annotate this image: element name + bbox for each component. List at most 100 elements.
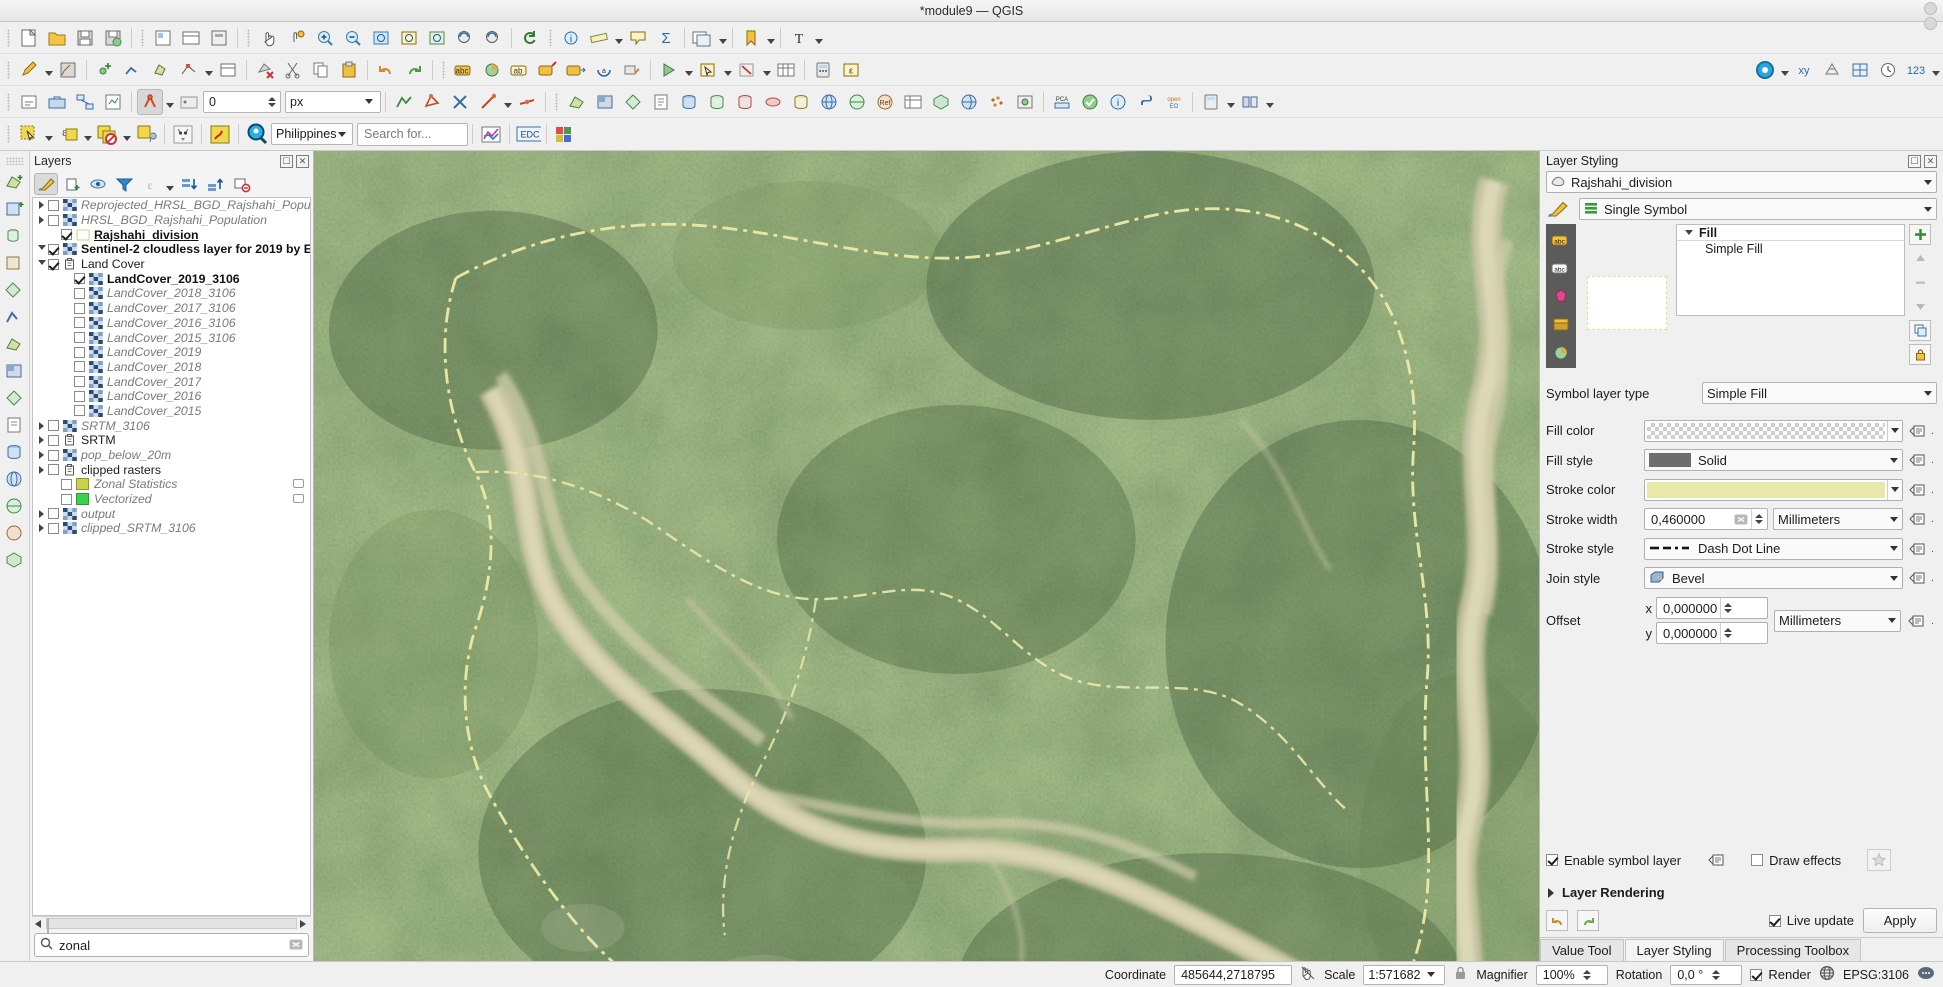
stroke-color-picker[interactable] [1644,478,1903,501]
diagram-layer-icon[interactable] [479,57,505,83]
search-input[interactable]: Search for... [357,122,468,146]
select-by-rectangle-icon[interactable] [16,121,42,147]
draw-effects-checkbox[interactable]: Draw effects [1751,853,1841,868]
add-spatialite-icon[interactable] [704,89,730,115]
chevron-right-icon[interactable] [35,509,48,518]
edc-plugin-icon[interactable]: EDC [515,121,541,147]
add-postgis-side-icon[interactable] [2,440,28,464]
plugin-info-icon[interactable]: i [1105,89,1131,115]
layer-visibility-checkbox[interactable] [48,464,59,476]
expression-select-dropdown-icon[interactable] [82,121,93,147]
close-styling-icon[interactable]: ✕ [1924,154,1937,168]
symbol-layer-type-combo[interactable]: Simple Fill [1702,382,1937,404]
add-mssql-icon[interactable] [732,89,758,115]
join-style-data-defined-button[interactable] [1908,569,1926,587]
layer-tree-row[interactable]: output [33,506,310,521]
stroke-width-data-defined-button[interactable] [1908,510,1926,528]
color-palette-icon[interactable] [552,121,578,147]
fill-color-picker[interactable] [1644,419,1903,442]
rotation-stepper[interactable] [1709,969,1722,980]
map-view-dropdown-icon[interactable] [717,25,728,51]
editing-dropdown-icon[interactable] [43,57,54,83]
layer-visibility-checkbox[interactable] [48,449,59,461]
field-numbers-icon[interactable]: 123 [1903,57,1929,83]
chevron-right-icon[interactable] [35,421,48,430]
raster-align-icon[interactable] [1237,89,1263,115]
add-wms-layer-icon[interactable] [816,89,842,115]
offset-y-input[interactable]: 0,000000 [1656,622,1768,644]
paste-features-icon[interactable] [336,57,362,83]
add-wfs-layer-icon[interactable]: Ref [872,89,898,115]
statistical-summary-icon[interactable]: Σ [653,25,679,51]
layer-visibility-checkbox[interactable] [48,508,59,520]
annotation-dropdown-icon[interactable] [813,25,824,51]
measure-dropdown-icon[interactable] [613,25,624,51]
xy-tool-icon[interactable]: xy [1791,57,1817,83]
numbers-dropdown-icon[interactable] [1930,57,1941,83]
add-wfs-side-icon[interactable] [2,521,28,545]
offset-x-input[interactable]: 0,000000 [1656,597,1768,619]
new-mesh-layer-icon[interactable] [2,278,28,302]
apply-button[interactable]: Apply [1863,908,1937,933]
toolbar-grip[interactable] [547,27,554,49]
layer-visibility-checkbox[interactable] [61,229,72,241]
join-style-combo[interactable]: Bevel [1644,567,1903,589]
toolbar-grip[interactable] [553,91,560,113]
layer-visibility-checkbox[interactable] [48,420,59,432]
snapping-tolerance-stepper[interactable] [265,96,278,107]
add-oracle-icon[interactable] [760,89,786,115]
scale-combo[interactable]: 1:571682 [1363,964,1446,985]
select-dropdown-icon[interactable] [722,57,733,83]
chevron-right-icon[interactable] [35,216,48,225]
layer-tree-row[interactable]: Zonal Statistics [33,477,310,492]
layer-tree-row[interactable]: LandCover_2018_3106 [33,286,310,301]
delete-selected-icon[interactable] [252,57,278,83]
duplicate-symbol-button[interactable] [1909,320,1931,341]
layer-tree-row[interactable]: pop_below_20m [33,448,310,463]
layer-tree-hscrollbar[interactable] [32,916,311,935]
snapping-units-combo[interactable]: px [285,90,381,113]
redo-style-button[interactable] [1577,910,1599,931]
layer-visibility-checkbox[interactable] [74,346,85,358]
open-eo-icon[interactable]: open EO [1161,89,1187,115]
avoid-overlap-icon[interactable] [447,89,473,115]
layer-tree-row[interactable]: LandCover_2018 [33,360,310,375]
stroke-style-combo[interactable]: Dash Dot Line [1644,537,1903,560]
add-line-feature-icon[interactable] [120,57,146,83]
semiautomatic-classification-icon[interactable] [1077,89,1103,115]
refresh-icon[interactable] [517,25,543,51]
undock-styling-icon[interactable]: ☐ [1908,154,1921,168]
deselect-dropdown-icon[interactable] [761,57,772,83]
layer-tree-row[interactable]: LandCover_2015 [33,404,310,419]
zoom-layer-icon[interactable] [424,25,450,51]
model-designer-icon[interactable] [72,89,98,115]
add-vector-layer-side-icon[interactable] [2,332,28,356]
save-layer-edits-icon[interactable] [55,57,81,83]
copy-features-icon[interactable] [308,57,334,83]
offset-units-combo[interactable]: Millimeters [1774,609,1901,632]
georeferencer-icon[interactable] [1847,57,1873,83]
select-value-icon[interactable] [133,121,159,147]
measure-line-icon[interactable] [586,25,612,51]
snapping-options-icon[interactable] [176,89,202,115]
rotate-label-icon[interactable]: a [591,57,617,83]
add-wcs-layer-icon[interactable] [844,89,870,115]
toolbar-grip[interactable] [440,59,447,81]
snapping-tolerance-input[interactable]: 0 [203,90,281,113]
filter-legend-icon[interactable] [112,173,136,195]
layer-tree-row[interactable]: LandCover_2015_3106 [33,330,310,345]
renderer-combo[interactable]: Single Symbol [1579,198,1937,220]
add-db2-icon[interactable] [788,89,814,115]
layer-tree-row[interactable]: LandCover_2016_3106 [33,316,310,331]
chevron-right-icon[interactable] [35,201,48,210]
add-group-icon[interactable] [60,173,84,195]
layer-visibility-checkbox[interactable] [48,258,59,270]
fill-style-menu-dots[interactable]: . [1931,454,1937,466]
zoom-selection-icon[interactable] [396,25,422,51]
render-checkbox[interactable]: Render [1750,967,1811,982]
layer-visibility-checkbox[interactable] [74,390,85,402]
select-features-icon[interactable] [695,57,721,83]
layer-tree-row[interactable]: Land Cover [33,257,310,272]
layer-tree[interactable]: Reprojected_HRSL_BGD_Rajshahi_Population… [32,197,311,916]
add-text-layer-side-icon[interactable] [2,413,28,437]
